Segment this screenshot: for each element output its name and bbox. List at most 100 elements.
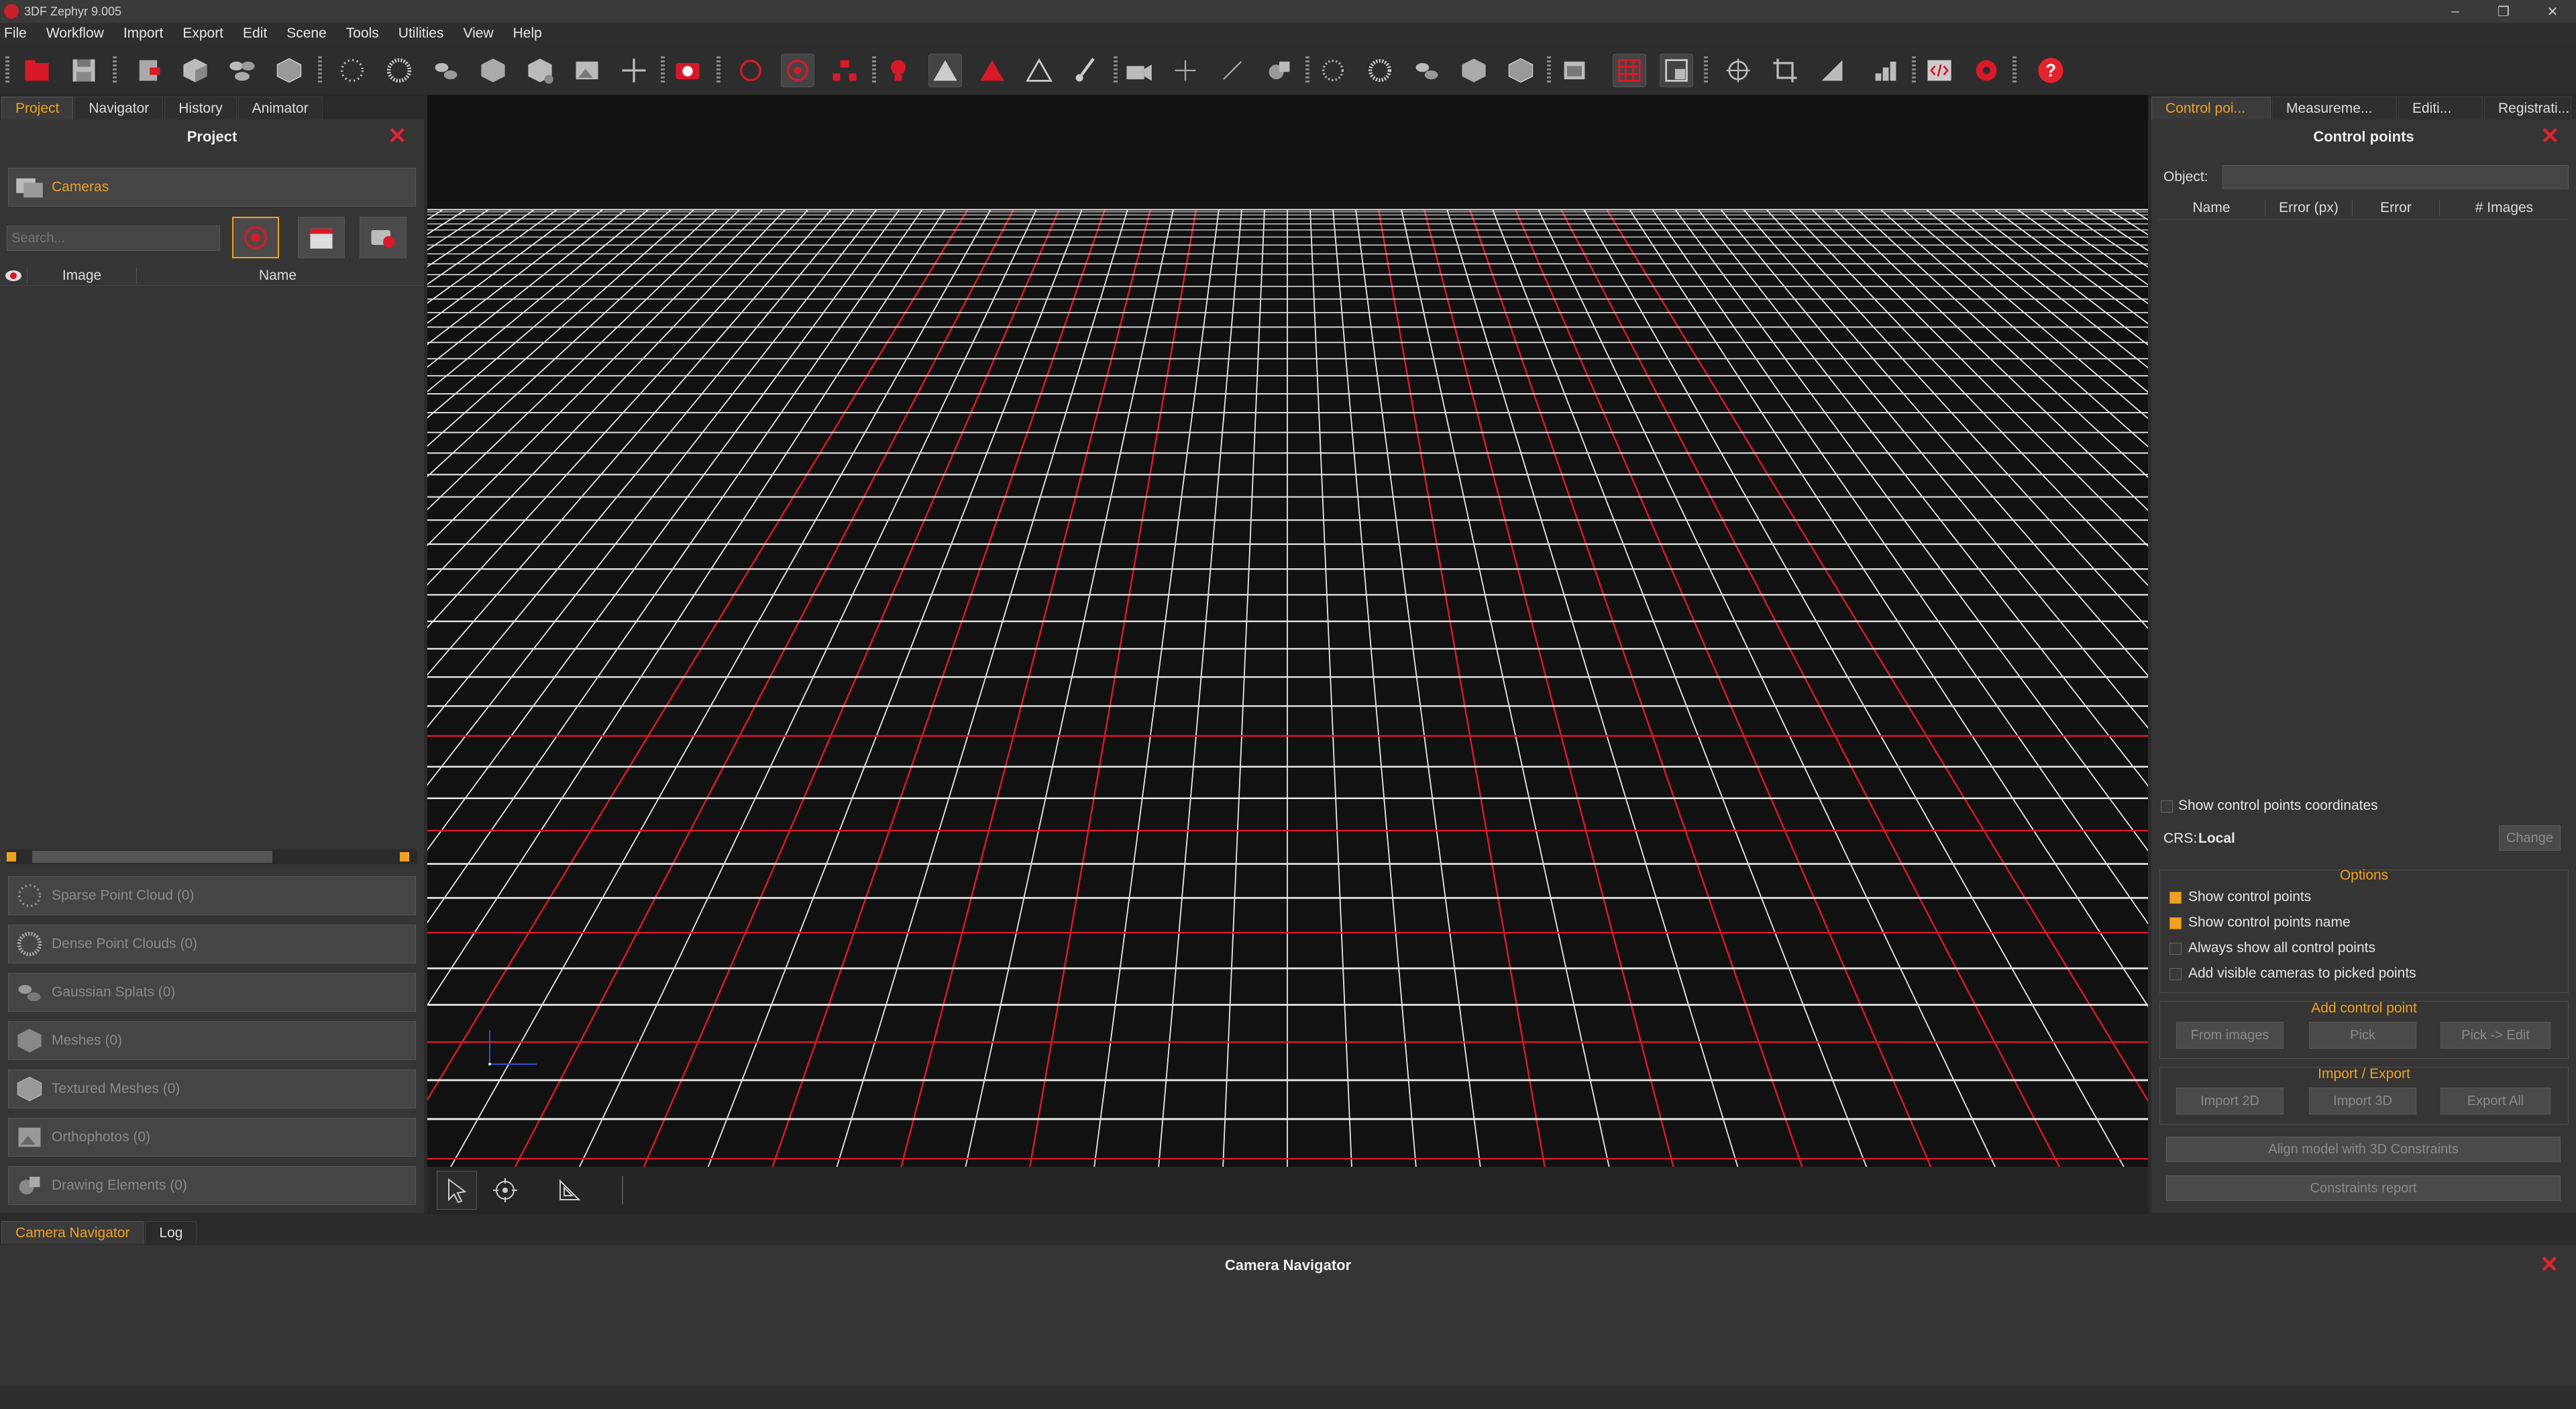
grid-settings-icon[interactable]: [1660, 54, 1693, 87]
mesh-icon[interactable]: [272, 54, 306, 87]
menu-scene[interactable]: Scene: [286, 25, 327, 42]
column-name[interactable]: Name: [2158, 199, 2265, 216]
close-icon[interactable]: ✕: [2540, 125, 2560, 148]
measure-line-icon[interactable]: [1216, 54, 1249, 87]
solid-triangle-icon[interactable]: [928, 54, 962, 87]
show-control-points-checkbox[interactable]: [2169, 892, 2182, 904]
new-project-icon[interactable]: [20, 54, 54, 87]
brush-icon[interactable]: [1069, 54, 1103, 87]
light-icon[interactable]: [881, 54, 915, 87]
close-icon[interactable]: ✕: [388, 125, 407, 148]
gaussian-splats-icon[interactable]: [429, 54, 463, 87]
tab-control-points[interactable]: Control poi...: [2151, 97, 2271, 119]
minimize-button[interactable]: –: [2432, 0, 2479, 23]
video-camera-icon[interactable]: [1122, 54, 1155, 87]
grid-icon[interactable]: [1613, 54, 1646, 87]
tab-navigator[interactable]: Navigator: [74, 97, 164, 119]
pivot-icon[interactable]: [1169, 54, 1202, 87]
dense-point-clouds-section[interactable]: Dense Point Clouds (0): [8, 925, 416, 963]
scroll-left-button[interactable]: [7, 852, 16, 862]
export-all-button[interactable]: Export All: [2440, 1088, 2551, 1114]
close-window-button[interactable]: ✕: [2529, 0, 2576, 23]
constraints-report-button[interactable]: Constraints report: [2166, 1176, 2561, 1201]
mesh-view-icon[interactable]: [1457, 54, 1491, 87]
scroll-right-button[interactable]: [400, 852, 409, 862]
select-tool-button[interactable]: [437, 1171, 477, 1210]
tab-editing[interactable]: Editi...: [2398, 97, 2483, 119]
wire-triangle-icon[interactable]: [1022, 54, 1056, 87]
rotate-icon[interactable]: [734, 54, 767, 87]
point-cloud-icon[interactable]: [1316, 54, 1350, 87]
tab-camera-navigator[interactable]: Camera Navigator: [1, 1221, 144, 1244]
search-input[interactable]: [7, 225, 220, 251]
menu-file[interactable]: File: [4, 25, 27, 42]
column-name[interactable]: Name: [137, 268, 419, 284]
camera-icon[interactable]: [671, 54, 704, 87]
menu-import[interactable]: Import: [123, 25, 164, 42]
menu-workflow[interactable]: Workflow: [46, 25, 104, 42]
move-icon[interactable]: [617, 54, 651, 87]
sparse-point-cloud-section[interactable]: Sparse Point Cloud (0): [8, 876, 416, 915]
calendar-icon[interactable]: [298, 217, 345, 258]
tab-log[interactable]: Log: [145, 1221, 197, 1244]
meshes-section[interactable]: Meshes (0): [8, 1021, 416, 1060]
menu-utilities[interactable]: Utilities: [398, 25, 444, 42]
splat-icon[interactable]: [225, 54, 259, 87]
script-icon[interactable]: [1923, 54, 1956, 87]
splat-view-icon[interactable]: [1410, 54, 1444, 87]
drawing-elements-section[interactable]: Drawing Elements (0): [8, 1166, 416, 1205]
textured-view-icon[interactable]: [1504, 54, 1538, 87]
sparse-cloud-icon[interactable]: [335, 54, 369, 87]
cameras-section[interactable]: Cameras: [8, 168, 416, 207]
align-model-button[interactable]: Align model with 3D Constraints: [2166, 1137, 2561, 1162]
red-triangle-icon[interactable]: [975, 54, 1009, 87]
3d-viewport[interactable]: [427, 95, 2148, 1214]
shape-icon[interactable]: [1263, 54, 1296, 87]
crop-icon[interactable]: [1768, 54, 1802, 87]
horizontal-scrollbar[interactable]: [7, 849, 417, 864]
orthophotos-section[interactable]: Orthophotos (0): [8, 1118, 416, 1157]
column-error-px[interactable]: Error (px): [2265, 199, 2353, 216]
ruler-icon[interactable]: [1815, 54, 1849, 87]
menu-help[interactable]: Help: [513, 25, 542, 42]
cube-icon[interactable]: [178, 54, 212, 87]
export-icon[interactable]: [131, 54, 165, 87]
gaussian-splats-section[interactable]: Gaussian Splats (0): [8, 973, 416, 1012]
menu-export[interactable]: Export: [182, 25, 223, 42]
always-show-all-checkbox[interactable]: [2169, 943, 2182, 955]
chart-icon[interactable]: [1869, 54, 1902, 87]
column-image[interactable]: Image: [27, 267, 137, 284]
measure-tool-button[interactable]: [549, 1171, 590, 1210]
object-field[interactable]: [2222, 165, 2569, 189]
pick-button[interactable]: Pick: [2309, 1022, 2416, 1049]
tab-measurements[interactable]: Measureme...: [2272, 97, 2397, 119]
textured-meshes-section[interactable]: Textured Meshes (0): [8, 1069, 416, 1108]
camera-filter-button[interactable]: [232, 217, 279, 258]
column-images[interactable]: # Images: [2440, 200, 2569, 216]
show-control-points-name-checkbox[interactable]: [2169, 917, 2182, 929]
target-tool-button[interactable]: [485, 1171, 525, 1210]
tab-history[interactable]: History: [164, 97, 237, 119]
camera-location-icon[interactable]: [360, 217, 407, 258]
menu-view[interactable]: View: [463, 25, 493, 42]
tab-registration[interactable]: Registrati...: [2484, 97, 2571, 119]
import-3d-button[interactable]: Import 3D: [2309, 1088, 2416, 1114]
save-icon[interactable]: [67, 54, 101, 87]
network-icon[interactable]: [828, 54, 861, 87]
restore-button[interactable]: ❐: [2480, 0, 2527, 23]
point-cloud-2-icon[interactable]: [1363, 54, 1397, 87]
show-coordinates-checkbox[interactable]: [2161, 800, 2173, 813]
help-icon[interactable]: ?: [2034, 54, 2068, 87]
from-images-button[interactable]: From images: [2176, 1022, 2284, 1049]
tab-project[interactable]: Project: [1, 97, 74, 119]
visibility-eye-icon[interactable]: [0, 270, 27, 282]
dense-cloud-icon[interactable]: [382, 54, 416, 87]
tab-animator[interactable]: Animator: [237, 97, 323, 119]
pick-edit-button[interactable]: Pick -> Edit: [2440, 1022, 2551, 1049]
mesh-filter-icon[interactable]: [523, 54, 557, 87]
textured-mesh-icon[interactable]: [476, 54, 510, 87]
import-2d-button[interactable]: Import 2D: [2176, 1088, 2284, 1114]
gizmo-icon[interactable]: [1721, 54, 1755, 87]
add-visible-cameras-checkbox[interactable]: [2169, 968, 2182, 980]
scroll-thumb[interactable]: [32, 851, 272, 863]
